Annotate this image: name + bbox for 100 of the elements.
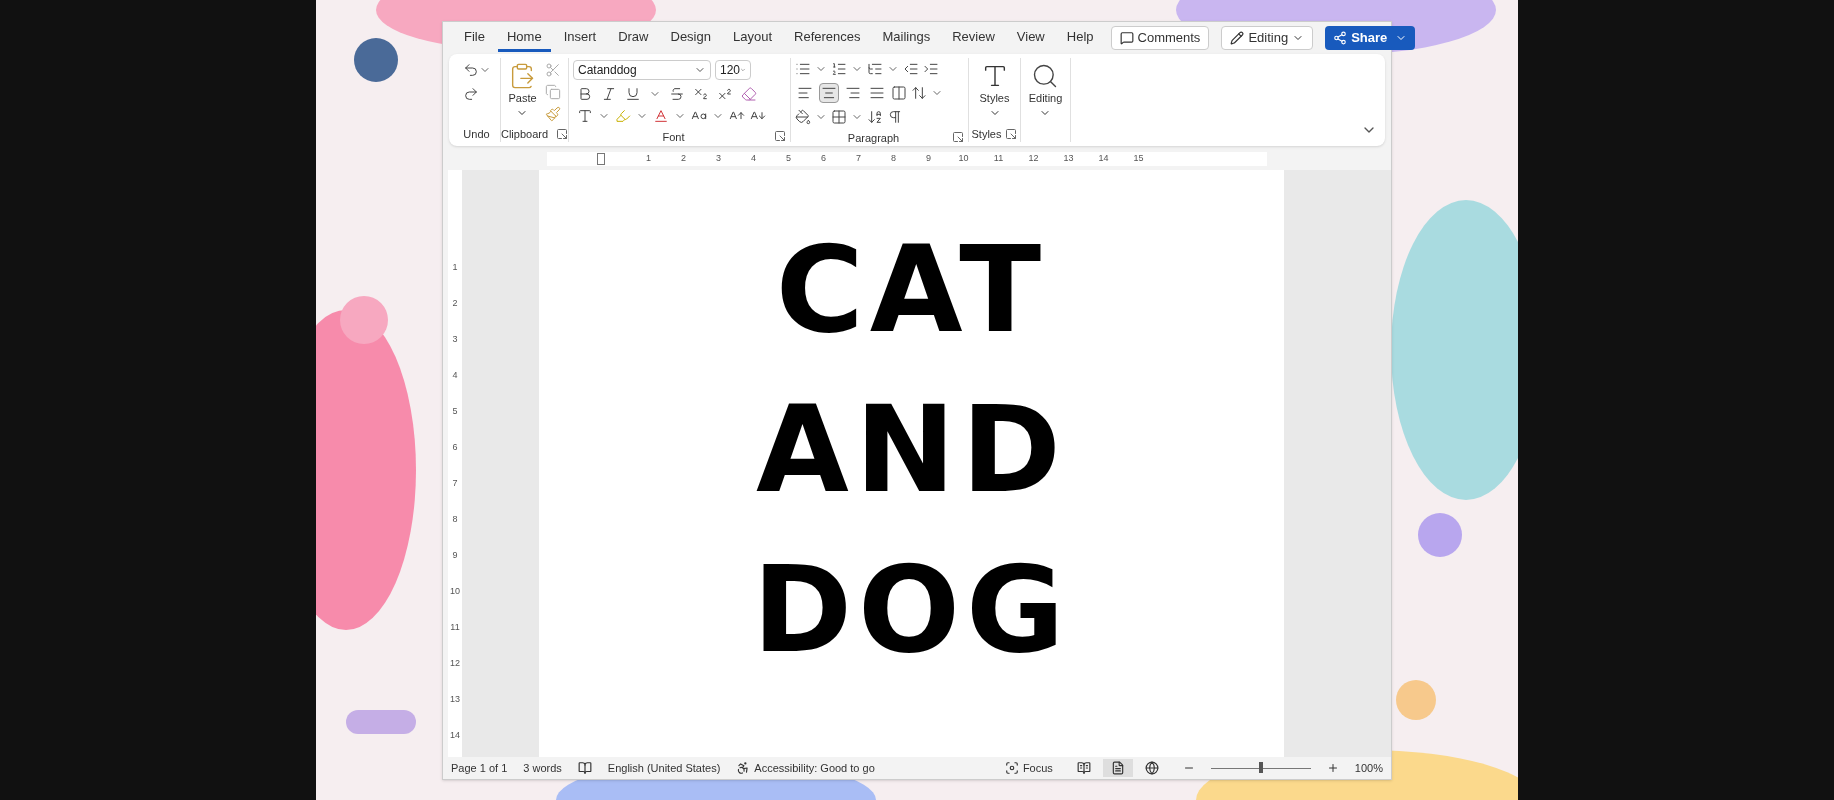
editing-mode-button[interactable]: Editing (1221, 26, 1314, 50)
pencil-icon (1230, 31, 1245, 45)
ruler-number: 14 (1097, 152, 1110, 166)
ruler-number: 7 (855, 152, 862, 166)
group-label: Styles (971, 126, 1002, 142)
font-color-icon[interactable] (653, 108, 669, 124)
font-name-field[interactable]: Catanddog (573, 60, 711, 80)
ribbon-tab[interactable]: Help (1057, 24, 1103, 52)
ribbon-tab[interactable]: View (1007, 24, 1054, 52)
language[interactable]: English (United States) (607, 759, 721, 777)
superscript-icon[interactable] (717, 86, 733, 102)
ribbon-tab[interactable]: Insert (554, 24, 606, 52)
clear-formatting-icon[interactable] (741, 86, 757, 102)
text-effects-icon[interactable] (577, 108, 593, 124)
font-size-field[interactable]: 120 (715, 60, 751, 80)
shading-icon[interactable] (795, 109, 811, 125)
numbering-icon[interactable] (831, 61, 847, 77)
zoom-level[interactable]: 100% (1354, 759, 1383, 777)
zoom-slider-thumb[interactable] (1258, 762, 1263, 773)
dialog-launcher-icon[interactable] (774, 130, 786, 142)
ruler-number: 1 (452, 261, 458, 275)
bullets-icon[interactable] (795, 61, 811, 77)
view-button[interactable] (1102, 759, 1133, 777)
ruler-number: 13 (1062, 152, 1075, 166)
ruler-number: 8 (452, 513, 458, 527)
ruler-number: 2 (452, 297, 458, 311)
ruler-number: 8 (890, 152, 897, 166)
ribbon-tab[interactable]: Draw (609, 24, 658, 52)
group-label: Font (662, 131, 685, 143)
ruler-number: 2 (680, 152, 687, 166)
sort-icon[interactable] (867, 109, 883, 125)
decrease-indent-icon[interactable] (903, 61, 919, 77)
document-heading: CAT (775, 230, 1048, 350)
ruler-number: 9 (452, 549, 458, 563)
ruler-number: 5 (452, 405, 458, 419)
ruler-number: 11 (992, 152, 1005, 166)
paste-button[interactable]: Paste (508, 62, 537, 126)
group-label: Paragraph (847, 132, 900, 144)
borders-icon[interactable] (831, 109, 847, 125)
indent-marker[interactable] (597, 153, 605, 165)
ribbon-tab[interactable]: File (455, 24, 494, 52)
underline-icon[interactable] (625, 86, 641, 102)
ribbon-tab[interactable]: References (785, 24, 870, 52)
ruler-number: 3 (452, 333, 458, 347)
ruler-number: 9 (925, 152, 932, 166)
ruler-number: 3 (715, 152, 722, 166)
ruler-number: 10 (450, 585, 460, 599)
strikethrough-icon[interactable] (669, 86, 685, 102)
document-heading: AND (756, 390, 1067, 510)
styles-button[interactable]: Styles (979, 58, 1010, 126)
ruler-number: 12 (1027, 152, 1040, 166)
ruler-number: 5 (785, 152, 792, 166)
pilcrow-icon[interactable] (887, 109, 903, 125)
dialog-launcher-icon[interactable] (556, 127, 569, 140)
ruler-number: 14 (450, 729, 460, 743)
ruler-number: 13 (450, 693, 460, 707)
view-icon (1076, 761, 1091, 775)
dialog-launcher-icon[interactable] (1005, 127, 1018, 140)
focus-button[interactable]: Focus (1004, 759, 1053, 777)
ruler-number: 12 (450, 657, 460, 671)
view-icon (1144, 761, 1159, 775)
accessibility-icon (736, 761, 751, 775)
accessibility-status[interactable]: Accessibility: Good to go (736, 759, 875, 777)
ruler-number: 15 (1132, 152, 1145, 166)
zoom-in-icon[interactable] (1326, 762, 1339, 774)
dialog-launcher-icon[interactable] (952, 131, 964, 143)
ruler-number: 7 (452, 477, 458, 491)
ribbon-tab[interactable]: Layout (723, 24, 781, 52)
increase-indent-icon[interactable] (923, 61, 939, 77)
proofing-icon[interactable] (577, 761, 592, 775)
multilevel-list-icon[interactable] (867, 61, 883, 77)
page-count[interactable]: Page 1 of 1 (451, 759, 508, 777)
subscript-icon[interactable] (693, 86, 709, 102)
line-spacing-icon[interactable] (911, 85, 927, 101)
word-count[interactable]: 3 words (523, 759, 562, 777)
ribbon-tab[interactable]: Review (943, 24, 1004, 52)
italic-icon[interactable] (601, 86, 617, 102)
ribbon-tab[interactable]: Mailings (873, 24, 940, 52)
zoom-slider[interactable] (1210, 762, 1311, 774)
share-icon (1333, 31, 1348, 45)
group-label: Undo (463, 126, 490, 142)
share-button[interactable]: Share (1325, 26, 1416, 50)
ruler-number: 4 (750, 152, 757, 166)
align-button[interactable] (819, 83, 839, 103)
ruler-number: 6 (452, 441, 458, 455)
ruler-number: 11 (450, 621, 460, 635)
comments-button[interactable]: Comments (1110, 26, 1210, 50)
ruler-number: 6 (820, 152, 827, 166)
ruler-number: 10 (957, 152, 970, 166)
bold-icon[interactable] (577, 86, 593, 102)
ruler-number: 1 (645, 152, 652, 166)
comment-icon (1119, 31, 1134, 45)
editing-button[interactable]: Editing (1028, 58, 1063, 119)
redo-icon[interactable] (462, 86, 479, 102)
undo-icon[interactable] (462, 62, 479, 78)
focus-icon (1004, 761, 1019, 775)
view-icon (1110, 761, 1125, 775)
document-heading: DOG (752, 550, 1071, 670)
group-label: Clipboard (500, 126, 549, 142)
ribbon-tab[interactable]: Design (661, 24, 720, 52)
